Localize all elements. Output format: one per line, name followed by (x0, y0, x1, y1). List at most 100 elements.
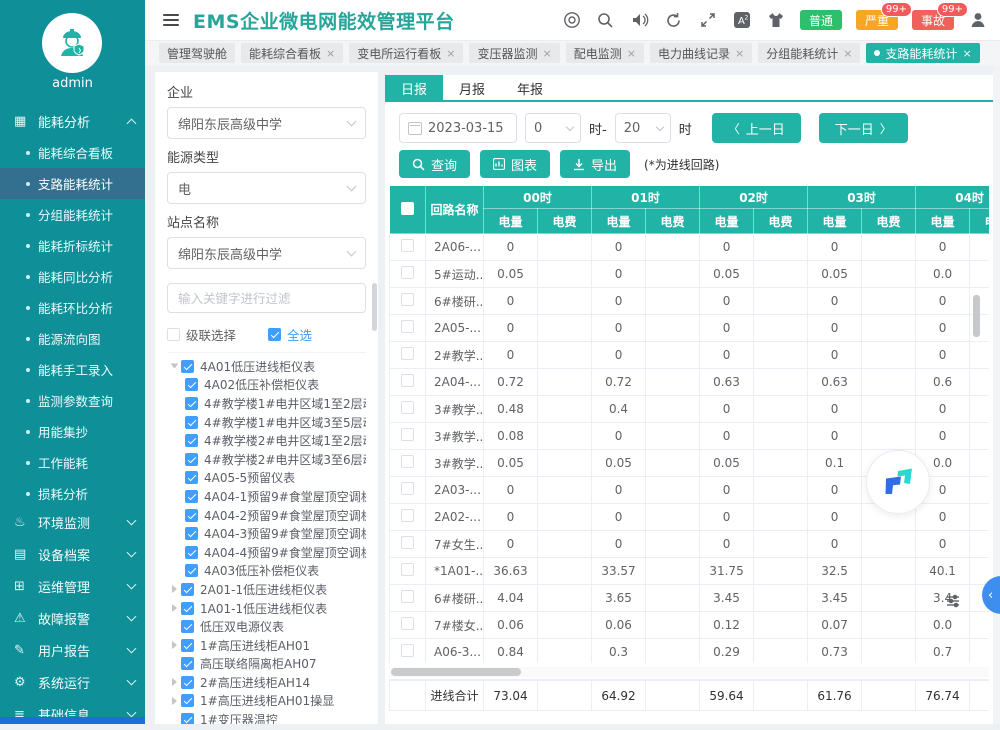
expand-arrow-icon[interactable] (172, 641, 177, 649)
sidebar-item[interactable]: 能耗手工录入 (0, 354, 145, 385)
query-button[interactable]: 查询 (399, 150, 470, 178)
expand-arrow-icon[interactable] (172, 585, 177, 593)
sidebar-section-3[interactable]: ⊞ 运维管理 (0, 570, 145, 602)
sidebar-item[interactable]: 支路能耗统计 (0, 168, 145, 199)
sidebar-item[interactable]: 能耗综合看板 (0, 137, 145, 168)
tree-item-checkbox[interactable] (185, 453, 198, 466)
search-icon[interactable] (596, 10, 616, 30)
tree-item-checkbox[interactable] (181, 713, 194, 724)
tree-item[interactable]: 1A01-1低压进线柜仪表 (167, 599, 366, 618)
font-size-icon[interactable]: A2 (732, 10, 752, 30)
row-checkbox[interactable] (401, 455, 414, 468)
next-day-button[interactable]: 下一日 〉 (819, 113, 908, 143)
tree-item[interactable]: 4#教学楼2#电井区域3至6层动力仪表 (167, 450, 366, 469)
workspace-tab[interactable]: 电力曲线记录 × (650, 43, 752, 63)
tree-item[interactable]: 1#变压器温控 (167, 710, 366, 724)
tree-item[interactable]: 2A01-1低压进线柜仪表 (167, 580, 366, 599)
page-scrollbar[interactable] (993, 66, 1000, 724)
status-badge-normal[interactable]: 普通 (800, 10, 842, 30)
sidebar-item[interactable]: 能耗环比分析 (0, 292, 145, 323)
fullscreen-icon[interactable] (698, 10, 718, 30)
sidebar-item[interactable]: 用能集抄 (0, 416, 145, 447)
row-checkbox[interactable] (401, 374, 414, 387)
sidebar-section-5[interactable]: ✎ 用户报告 (0, 634, 145, 666)
tree-item-checkbox[interactable] (185, 397, 198, 410)
tree-item-checkbox[interactable] (181, 676, 194, 689)
user-icon[interactable] (968, 10, 988, 30)
sidebar-section-6[interactable]: ⚙ 系统运行 (0, 666, 145, 698)
tree-item-checkbox[interactable] (181, 360, 194, 373)
horizontal-scroll-thumb[interactable] (391, 668, 521, 676)
tree-item-checkbox[interactable] (181, 694, 194, 707)
sidebar-item[interactable]: 能耗同比分析 (0, 261, 145, 292)
sidebar-item[interactable]: 能源流向图 (0, 323, 145, 354)
status-badge-accident[interactable]: 事故 99+ (912, 10, 954, 30)
hour-to-select[interactable]: 20 (615, 113, 671, 143)
row-checkbox[interactable] (401, 428, 414, 441)
tree-item[interactable]: 4A04-2预留9#食堂屋顶空调机组仪表 (167, 506, 366, 525)
sidebar-item[interactable]: 工作能耗 (0, 447, 145, 478)
tree-item[interactable]: 1#高压进线柜AH01操显 (167, 692, 366, 711)
row-checkbox[interactable] (401, 536, 414, 549)
row-checkbox[interactable] (401, 239, 414, 252)
service-icon[interactable] (562, 10, 582, 30)
tree-item-checkbox[interactable] (185, 564, 198, 577)
close-icon[interactable]: × (962, 48, 971, 59)
tree-item[interactable]: 4A04-4预留9#食堂屋顶空调机组仪表 (167, 543, 366, 562)
sidebar-item[interactable]: 能耗折标统计 (0, 230, 145, 261)
sidebar-item[interactable]: 损耗分析 (0, 478, 145, 509)
workspace-tab[interactable]: 支路能耗统计 × (866, 43, 979, 63)
report-tab-0[interactable]: 日报 (385, 75, 443, 101)
row-checkbox[interactable] (401, 320, 414, 333)
tree-item[interactable]: 4A02低压补偿柜仪表 (167, 376, 366, 395)
close-icon[interactable]: × (843, 48, 852, 59)
company-select[interactable]: 绵阳东辰高级中学 (167, 107, 366, 139)
close-icon[interactable]: × (627, 48, 636, 59)
row-checkbox[interactable] (401, 347, 414, 360)
sidebar-section-7[interactable]: ≡ 基础信息 (0, 698, 145, 730)
tree-item-checkbox[interactable] (181, 602, 194, 615)
tree-item[interactable]: 2#高压进线柜AH14 (167, 673, 366, 692)
chart-button[interactable]: 图表 (480, 150, 550, 178)
filter-settings-icon[interactable] (946, 594, 960, 612)
report-tab-2[interactable]: 年报 (501, 75, 559, 101)
tree-item[interactable]: 4#教学楼1#电井区域3至5层动力仪表 (167, 413, 366, 432)
close-icon[interactable]: × (735, 48, 744, 59)
tree-scrollbar[interactable] (372, 283, 377, 331)
hour-from-select[interactable]: 0 (525, 113, 581, 143)
tree-item-checkbox[interactable] (185, 509, 198, 522)
date-picker[interactable]: 2023-03-15 (399, 113, 517, 143)
tree-item[interactable]: 4A04-3预留9#食堂屋顶空调机组仪表 (167, 524, 366, 543)
sidebar-item[interactable]: 监测参数查询 (0, 385, 145, 416)
row-checkbox[interactable] (401, 482, 414, 495)
refresh-icon[interactable] (664, 10, 684, 30)
tree-item[interactable]: 高压联络隔离柜AH07 (167, 655, 366, 674)
station-select[interactable]: 绵阳东辰高级中学 (167, 237, 366, 269)
theme-icon[interactable] (766, 10, 786, 30)
workspace-tab[interactable]: 管理驾驶舱 (159, 43, 235, 63)
row-checkbox[interactable] (401, 617, 414, 630)
sidebar-section-1[interactable]: ♨ 环境监测 (0, 506, 145, 538)
row-checkbox[interactable] (401, 509, 414, 522)
close-icon[interactable]: × (543, 48, 552, 59)
expand-arrow-icon[interactable] (172, 678, 177, 686)
tree-item[interactable]: 4#教学楼1#电井区域1至2层动力仪表 (167, 394, 366, 413)
tree-item[interactable]: 4#教学楼2#电井区域1至2层动力仪表 (167, 431, 366, 450)
report-tab-1[interactable]: 月报 (443, 75, 501, 101)
tree-item-checkbox[interactable] (185, 416, 198, 429)
row-checkbox[interactable] (401, 590, 414, 603)
avatar[interactable] (42, 13, 102, 73)
tree-item[interactable]: 4A05-5预留仪表 (167, 469, 366, 488)
previous-day-button[interactable]: 〈 上一日 (712, 113, 801, 143)
row-checkbox[interactable] (401, 401, 414, 414)
tree-item-checkbox[interactable] (181, 583, 194, 596)
workspace-tab[interactable]: 变电所运行看板 × (349, 43, 463, 63)
tree-item-checkbox[interactable] (185, 434, 198, 447)
tree-item-checkbox[interactable] (185, 527, 198, 540)
select-all-rows-checkbox[interactable] (401, 202, 414, 215)
tree-item-checkbox[interactable] (181, 620, 194, 633)
volume-icon[interactable] (630, 10, 650, 30)
tree-item-checkbox[interactable] (181, 657, 194, 670)
tree-item[interactable]: 4A04-1预留9#食堂屋顶空调机组仪表 (167, 487, 366, 506)
tree-item[interactable]: 4A03低压补偿柜仪表 (167, 562, 366, 581)
